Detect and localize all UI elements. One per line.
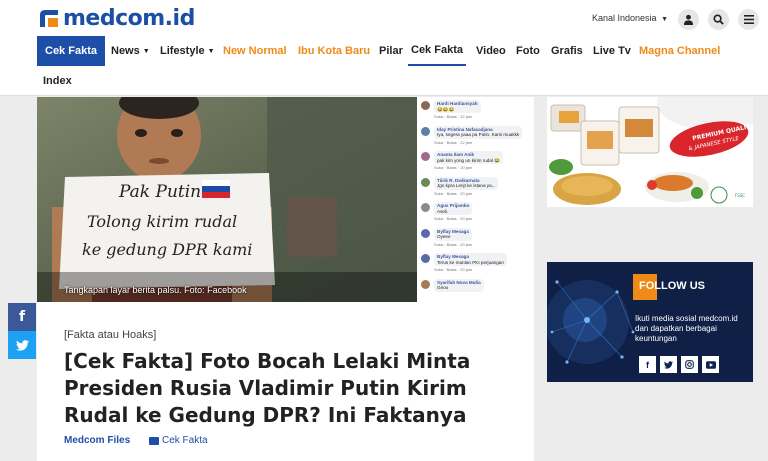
comment-meta: Suka · Balas · 22 jam (434, 139, 473, 145)
comment-item: Byflay Mesaga Oyeee Suka · Balas · 20 jam (417, 225, 534, 251)
boy-holding-sign-image: Pak Putin Tolong kirim rudal ke gedung D… (37, 97, 417, 302)
photo-caption: Tangkapan layar berita palsu. Foto: Face… (64, 285, 247, 295)
medcom-logo-icon (40, 10, 58, 27)
comment-text: Oyeee (437, 234, 451, 239)
top-header: medcom.id Kanal Indonesia ▼ (0, 0, 768, 36)
search-icon (713, 14, 724, 25)
comment-meta: Suka · Balas · 20 jam (434, 216, 473, 221)
nav-item-new-normal[interactable]: New Normal (223, 36, 287, 66)
sidebar-ad-food[interactable]: PREMIUM QUALITY & JAPANESE STYLE FSSC (547, 97, 753, 207)
share-facebook-button[interactable]: f (8, 303, 36, 331)
sign-line-1: Pak Putin (118, 182, 201, 202)
user-icon (683, 14, 694, 25)
avatar (421, 101, 430, 110)
avatar (421, 152, 430, 161)
comment-meta: Suka · Balas · 20 jam (434, 190, 473, 196)
channel-label: Kanal Indonesia (592, 13, 657, 23)
comment-meta: Suka · Balas · 20 jam (434, 267, 473, 272)
avatar (421, 279, 430, 289)
nav-item-index[interactable]: Index (43, 66, 72, 96)
article-headline: [Cek Fakta] Foto Bocah Lelaki Minta Pres… (64, 349, 471, 427)
comment-text: Jgn kpra Lenjt ke istana ya... (437, 183, 496, 188)
facebook-icon: f (646, 359, 649, 370)
comment-text: Geoo (437, 285, 449, 290)
food-ad-image: PREMIUM QUALITY & JAPANESE STYLE FSSC (547, 97, 753, 207)
article-card: Pak Putin Tolong kirim rudal ke gedung D… (37, 97, 534, 461)
nav-item-pilar[interactable]: Pilar (379, 36, 403, 66)
menu-button[interactable] (738, 9, 759, 30)
facebook-icon: f (18, 309, 26, 325)
nav-item-video[interactable]: Video (476, 36, 506, 66)
folder-icon (149, 436, 159, 445)
follow-us-banner[interactable]: FOLLOW US Ikuti media sosial medcom.id d… (547, 262, 753, 382)
comment-item: Syarifah Nova Mulia Geoo (417, 276, 534, 302)
comment-list: Hardi Hardiansyah 😂😂😂 Suka · Balas · 22 ja… (417, 97, 534, 301)
comment-text: pak kim yong un kirim rudal 😂 (437, 157, 500, 163)
comment-text: Terus ke mantan PKI perjuangan (437, 259, 504, 265)
comment-item: Ananta Ilam Anik pak kim yong un kirim ru… (417, 148, 534, 174)
comment-item: Byflay Mesaga Terus ke mantan PKI perjuan… (417, 250, 534, 276)
follow-title: FOLLOW US (639, 280, 705, 292)
comment-item: Hardi Hardiansyah 😂😂😂 Suka · Balas · 22 ja… (417, 97, 534, 123)
comment-item: Iday Pristina Nafasadjana Iya, segera yaa… (417, 123, 534, 149)
comment-item: Tiirik R. Dwikarnata Jgn kpra Lenjt ke is… (417, 174, 534, 200)
avatar (421, 126, 430, 136)
facebook-comments-screenshot: Hardi Hardiansyah 😂😂😂 Suka · Balas · 22 ja… (417, 97, 534, 302)
avatar (421, 203, 430, 212)
follow-description: Ikuti media sosial medcom.id dan dapatka… (635, 314, 738, 343)
nav-item-grafis[interactable]: Grafis (551, 36, 583, 66)
user-button[interactable] (678, 9, 699, 30)
comment-meta: Suka · Balas · 20 jam (434, 165, 473, 170)
share-twitter-button[interactable] (8, 331, 36, 359)
article-kicker[interactable]: [Fakta atau Hoaks] (64, 329, 156, 341)
instagram-icon (685, 360, 694, 369)
chevron-down-icon: ▼ (661, 16, 669, 23)
article-photo: Pak Putin Tolong kirim rudal ke gedung D… (37, 97, 417, 302)
article-author[interactable]: Medcom Files (64, 435, 130, 446)
avatar (421, 228, 430, 238)
nav-item-live-tv[interactable]: Live Tv (593, 36, 631, 66)
caret-down-icon: ▼ (207, 47, 215, 55)
article-category[interactable]: Cek Fakta (149, 435, 208, 446)
comment-item: Agus Prijambo Aseli. Suka · Balas · 20 jam (417, 199, 534, 225)
sign-line-2: Tolong kirim rudal (87, 212, 237, 231)
comment-meta: Suka · Balas · 22 jam (434, 114, 473, 119)
logo-text: medcom.id (63, 5, 195, 31)
nav-item-cek-fakta[interactable]: Cek Fakta (408, 36, 466, 66)
instagram-social-button[interactable] (681, 356, 698, 373)
avatar (421, 177, 430, 187)
comment-meta: Suka · Balas · 20 jam (434, 241, 473, 247)
twitter-icon (664, 360, 673, 369)
channel-selector[interactable]: Kanal Indonesia ▼ (592, 13, 668, 23)
youtube-social-button[interactable] (702, 356, 719, 373)
nav-item-lifestyle[interactable]: Lifestyle ▼ (160, 36, 215, 66)
avatar (421, 254, 430, 263)
nav-label: News (111, 45, 140, 57)
sign-line-3: ke gedung DPR kami (82, 240, 252, 259)
site-logo[interactable]: medcom.id (38, 5, 195, 31)
comment-text: Iya, segera yaaa pa Putin. Kami muakkk (437, 132, 520, 137)
main-nav: Cek Fakta News ▼ Lifestyle ▼ New Normal Ib… (0, 36, 768, 96)
svg-text:FSSC: FSSC (735, 193, 745, 198)
caret-down-icon: ▼ (142, 47, 150, 55)
nav-item-magna-channel[interactable]: Magna Channel (639, 36, 720, 66)
comment-author: Agus Prijambo (437, 203, 470, 208)
nav-item-ibu-kota-baru[interactable]: Ibu Kota Baru (298, 36, 370, 66)
nav-item-foto[interactable]: Foto (516, 36, 540, 66)
search-button[interactable] (708, 9, 729, 30)
section-badge-cek-fakta[interactable]: Cek Fakta (37, 36, 105, 66)
category-label: Cek Fakta (162, 435, 208, 446)
nav-label: Lifestyle (160, 45, 205, 57)
comment-text: 😂😂😂 (437, 106, 455, 112)
twitter-social-button[interactable] (660, 356, 677, 373)
facebook-social-button[interactable]: f (639, 356, 656, 373)
hamburger-menu-icon (743, 15, 754, 24)
comment-text: Aseli. (437, 208, 449, 214)
youtube-icon (705, 360, 716, 369)
twitter-icon (15, 339, 29, 351)
nav-item-news[interactable]: News ▼ (111, 36, 150, 66)
comment-author: Hardi Hardiansyah (437, 101, 478, 106)
